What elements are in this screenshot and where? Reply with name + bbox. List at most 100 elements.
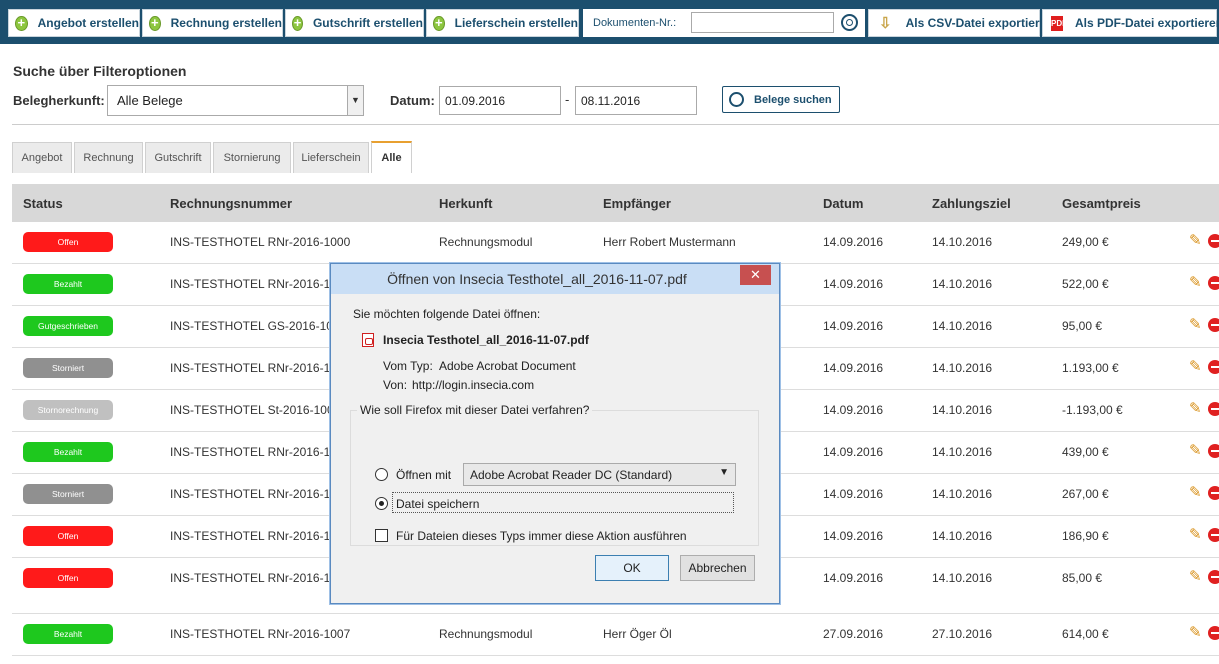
pencil-icon[interactable]: ✎ [1189,317,1202,332]
delete-icon[interactable] [1208,570,1219,584]
close-icon[interactable]: ✕ [740,265,771,285]
divider [12,124,1219,125]
tab-credit[interactable]: Gutschrift [145,142,211,173]
pencil-icon[interactable]: ✎ [1189,233,1202,248]
chevron-down-icon: ▼ [719,467,729,478]
pencil-icon[interactable]: ✎ [1189,443,1202,458]
create-invoice-button[interactable]: + Rechnung erstellen [142,9,283,37]
delete-icon[interactable] [1208,486,1219,500]
create-delivery-note-label: Lieferschein erstellen [454,16,578,30]
plus-icon: + [15,15,28,31]
delete-icon[interactable] [1208,402,1219,416]
delete-icon[interactable] [1208,318,1219,332]
always-do-checkbox[interactable] [375,529,388,542]
cell-date: 14.09.2016 [823,361,884,375]
delete-icon[interactable] [1208,234,1219,248]
dialog-filename: Insecia Testhotel_all_2016-11-07.pdf [383,333,589,347]
open-with-radio[interactable] [375,468,388,481]
pencil-icon[interactable]: ✎ [1189,275,1202,290]
cell-total: 95,00 € [1062,319,1103,333]
origin-select[interactable]: Alle Belege ▼ [107,85,364,116]
cell-total: 1.193,00 € [1062,361,1119,375]
cell-due-date: 14.10.2016 [932,487,993,501]
save-file-radio[interactable] [375,497,388,510]
cell-date: 14.09.2016 [823,445,884,459]
cell-invoice-number: INS-TESTHOTEL RNr-2016-1007 [170,627,351,641]
date-separator: - [565,92,570,107]
cell-due-date: 14.10.2016 [932,319,993,333]
dialog-from-label: Von: [383,378,408,392]
header-total: Gesamtpreis [1062,196,1141,211]
chevron-down-icon: ▼ [347,86,363,115]
filter-title: Suche über Filteroptionen [13,63,187,79]
save-file-label: Datei speichern [396,497,480,511]
cell-total: 267,00 € [1062,487,1109,501]
create-credit-button[interactable]: + Gutschrift erstellen [285,9,424,37]
header-invoice-number: Rechnungsnummer [170,196,293,211]
create-offer-button[interactable]: + Angebot erstellen [8,9,140,37]
create-delivery-note-button[interactable]: + Lieferschein erstellen [426,9,579,37]
status-badge: Bezahlt [23,624,113,644]
status-badge: Offen [23,526,113,546]
delete-icon[interactable] [1208,626,1219,640]
cell-due-date: 14.10.2016 [932,361,993,375]
delete-icon[interactable] [1208,360,1219,374]
create-offer-label: Angebot erstellen [37,16,139,30]
delete-icon[interactable] [1208,528,1219,542]
document-number-input[interactable] [691,12,834,33]
cell-date: 27.09.2016 [823,627,884,641]
tab-invoice[interactable]: Rechnung [74,142,143,173]
pencil-icon[interactable]: ✎ [1189,401,1202,416]
date-to-input[interactable]: 08.11.2016 [575,86,697,115]
tab-all[interactable]: Alle [371,141,412,173]
export-csv-button[interactable]: ⇩ Als CSV-Datei exportieren [868,9,1054,37]
pencil-icon[interactable]: ✎ [1189,485,1202,500]
date-label: Datum: [390,93,435,108]
status-badge: Offen [23,232,113,252]
pencil-icon[interactable]: ✎ [1189,569,1202,584]
cell-due-date: 14.10.2016 [932,277,993,291]
header-due-date: Zahlungsziel [932,196,1011,211]
table-row[interactable]: Bezahlt INS-TESTHOTEL RNr-2016-1007 Rechnu… [12,614,1219,656]
plus-icon: + [149,15,161,31]
cell-invoice-number: INS-TESTHOTEL RNr-2016-1 [170,445,331,459]
header-date: Datum [823,196,864,211]
open-file-dialog: Öffnen von Insecia Testhotel_all_2016-11… [330,263,780,604]
origin-label: Belegherkunft: [13,93,105,108]
ok-button[interactable]: OK [595,555,669,581]
document-number-box: Dokumenten-Nr.: [583,9,865,37]
tab-delivery-note[interactable]: Lieferschein [293,142,369,173]
pencil-icon[interactable]: ✎ [1189,527,1202,542]
pdf-icon: PDF [1051,15,1067,31]
cell-date: 14.09.2016 [823,235,884,249]
toolbar: + Angebot erstellen + Rechnung erstellen… [0,0,1219,44]
cell-total: -1.193,00 € [1062,403,1123,417]
search-documents-button[interactable]: Belege suchen [722,86,840,113]
cell-date: 14.09.2016 [823,403,884,417]
cell-due-date: 14.10.2016 [932,235,993,249]
cell-origin: Rechnungsmodul [439,235,533,249]
table-row[interactable]: Offen INS-TESTHOTEL RNr-2016-1000 Rechnung… [12,222,1219,264]
dialog-type-value: Adobe Acrobat Document [439,359,576,373]
delete-icon[interactable] [1208,444,1219,458]
status-badge: Offen [23,568,113,588]
export-csv-label: Als CSV-Datei exportieren [905,16,1054,30]
application-select[interactable]: Adobe Acrobat Reader DC (Standard) ▼ [463,463,736,486]
pencil-icon[interactable]: ✎ [1189,625,1202,640]
search-icon[interactable] [841,14,858,31]
export-pdf-button[interactable]: PDF Als PDF-Datei exportieren [1042,9,1219,37]
pencil-icon[interactable]: ✎ [1189,359,1202,374]
delete-icon[interactable] [1208,276,1219,290]
header-status: Status [23,196,63,211]
cancel-button[interactable]: Abbrechen [680,555,755,581]
cell-date: 14.09.2016 [823,571,884,585]
header-recipient: Empfänger [603,196,671,211]
plus-icon: + [292,14,303,31]
search-documents-label: Belege suchen [754,93,832,106]
tab-cancellation[interactable]: Stornierung [213,142,291,173]
cell-due-date: 14.10.2016 [932,445,993,459]
tab-offer[interactable]: Angebot [12,142,72,173]
cell-due-date: 14.10.2016 [932,529,993,543]
date-from-input[interactable]: 01.09.2016 [439,86,561,115]
dialog-body: Sie möchten folgende Datei öffnen: Insec… [338,294,772,596]
